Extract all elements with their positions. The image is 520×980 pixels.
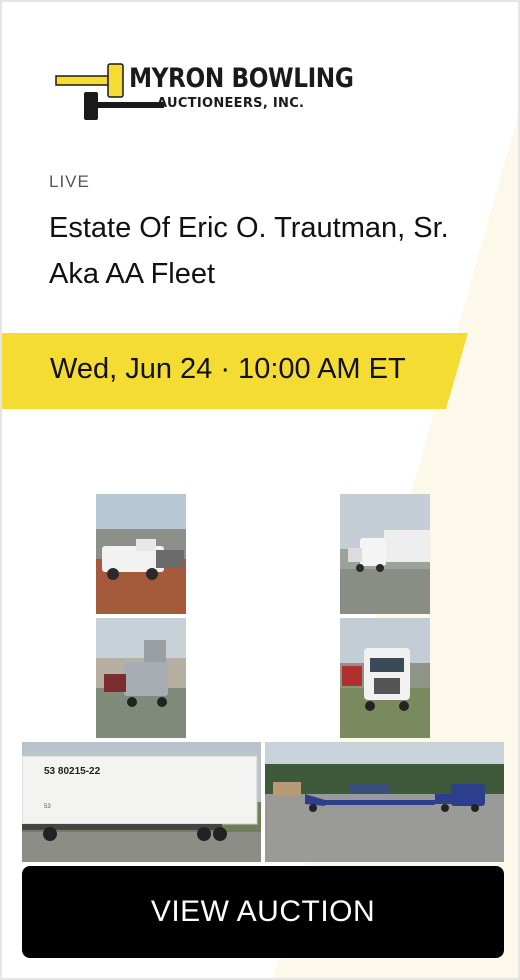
lot-photo-3[interactable] (96, 618, 186, 738)
date-banner: Wed, Jun 24 · 10:00 AM ET (2, 333, 472, 409)
auction-date: Wed, Jun 24 · 10:00 AM ET (50, 353, 406, 385)
brand-logo[interactable]: MYRON BOWLING AUCTIONEERS, INC. (54, 60, 354, 124)
lot-photo-4[interactable] (340, 618, 430, 738)
lot-photo-1[interactable] (96, 494, 186, 614)
lot-photo-2[interactable] (340, 494, 430, 614)
lot-photo-5[interactable]: 53 80215-22 53 (22, 742, 261, 862)
auction-status: LIVE (49, 172, 90, 191)
auction-title[interactable]: Estate Of Eric O. Trautman, Sr. Aka AA F… (49, 205, 479, 297)
trailer-number-text: 53 80215-22 (44, 766, 101, 777)
brand-name: MYRON BOWLING (129, 63, 354, 94)
brand-subname: AUCTIONEERS, INC. (157, 96, 305, 111)
auction-card[interactable]: MYRON BOWLING AUCTIONEERS, INC. LIVE Est… (0, 0, 520, 980)
view-auction-button[interactable]: VIEW AUCTION (22, 866, 504, 958)
trailer-small-number-text: 53 (44, 804, 51, 810)
lot-photo-6[interactable] (265, 742, 504, 862)
